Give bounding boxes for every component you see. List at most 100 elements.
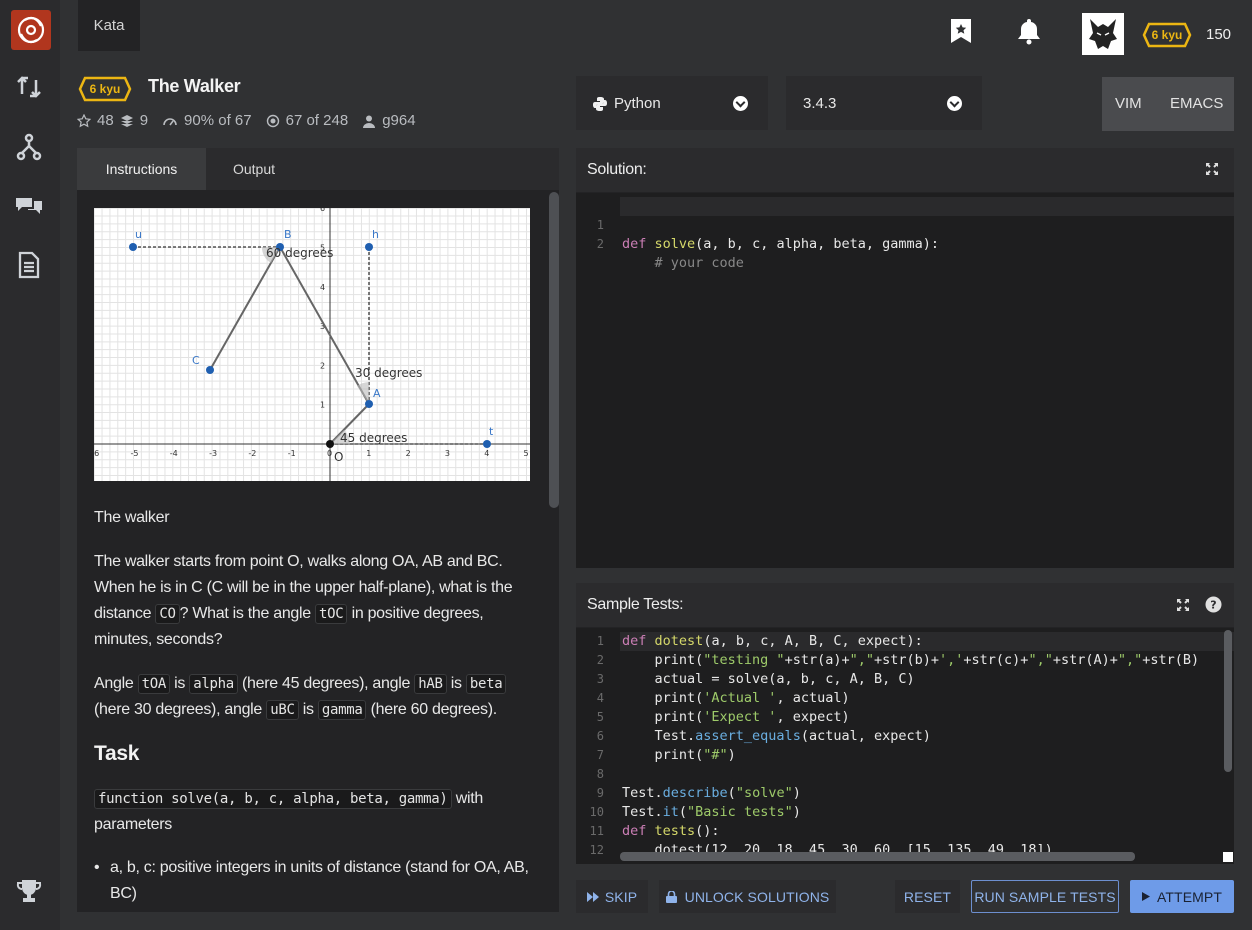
code-line: 5 print('Expect ', expect) [596, 709, 850, 725]
fork-icon[interactable] [14, 132, 44, 162]
point-label-t: t [489, 425, 494, 438]
kata-tab[interactable]: Kata [78, 0, 140, 51]
expand-icon[interactable] [1205, 162, 1219, 176]
code-line: 7 print("#") [596, 747, 736, 763]
code-line: 2 # your code [596, 237, 744, 271]
chevron-down-icon [947, 96, 962, 111]
version-label: 3.4.3 [803, 95, 837, 112]
avatar[interactable] [1082, 13, 1124, 55]
instructions-scrollbar[interactable] [549, 192, 559, 508]
tab-output[interactable]: Output [206, 148, 302, 190]
layers-icon [120, 114, 133, 127]
angle-label-45: 45 degrees [340, 431, 407, 445]
emacs-mode-button[interactable]: EMACS [1170, 95, 1223, 112]
description-paragraph-1: The walker starts from point O, walks al… [94, 553, 513, 648]
tests-vertical-scrollbar[interactable] [1224, 630, 1232, 772]
task-heading: Task [94, 742, 140, 765]
code-line: 2 print("testing "+str(a)+","+str(b)+','… [596, 652, 1200, 668]
code-line: 6 Test.assert_equals(actual, expect) [596, 728, 931, 744]
svg-text:?: ? [1210, 599, 1216, 612]
gauge-icon [163, 117, 177, 125]
expand-icon[interactable] [1176, 598, 1190, 612]
chevron-down-icon [733, 96, 748, 111]
code-line: 3 actual = solve(a, b, c, A, B, C) [596, 671, 915, 687]
description-paragraph-2: Angle tOA is alpha (here 45 degrees), an… [94, 671, 534, 723]
code-line: 10 Test.it("Basic tests") [589, 804, 801, 820]
y-tick-label: 2 [320, 361, 325, 370]
kata-rank-badge: 6 kyu [78, 76, 132, 102]
panel-tabs: Instructions Output [77, 148, 559, 190]
point-label-A: A [373, 387, 381, 400]
instructions-panel: Instructions Output -6 -5 -4 -3 -2 -1 0 1 2 3 4 5 1 2… [77, 148, 559, 912]
point-label-B: B [284, 228, 292, 241]
discussion-icon[interactable] [14, 190, 44, 220]
practice-icon[interactable] [14, 72, 44, 102]
unlock-solutions-button[interactable]: UNLOCK SOLUTIONS [659, 880, 836, 913]
codewars-logo-icon[interactable] [11, 10, 51, 50]
fast-forward-icon [586, 891, 599, 902]
star-icon [77, 113, 91, 127]
y-tick-label: 1 [320, 401, 325, 410]
trophy-icon[interactable] [14, 876, 44, 906]
angle-label-60: 60 degrees [266, 246, 333, 260]
bookmark-icon[interactable] [948, 17, 974, 45]
bell-icon[interactable] [1016, 17, 1042, 45]
parameter-bullet: a, b, c: positive integers in units of d… [94, 855, 530, 907]
vim-mode-button[interactable]: VIM [1115, 95, 1142, 112]
author-stat[interactable]: g964 [362, 112, 416, 129]
walker-diagram: -6-5-4-3-2-1012345123456 [91, 204, 530, 481]
code-line: 11 def tests(): [589, 823, 720, 839]
docs-icon[interactable] [14, 250, 44, 280]
run-sample-tests-button[interactable]: RUN SAMPLE TESTS [971, 880, 1119, 913]
x-tick-label: 2 [406, 449, 411, 458]
collections-stat: 9 [120, 112, 148, 129]
y-tick-label: 6 [320, 208, 325, 213]
stars-stat[interactable]: 48 [77, 112, 114, 129]
point-label-u: u [135, 228, 142, 241]
x-tick-label: 0 [327, 449, 332, 458]
lock-icon [665, 890, 677, 903]
attempt-button[interactable]: ATTEMPT [1130, 880, 1234, 913]
play-icon [1142, 892, 1150, 901]
x-tick-label: 1 [366, 449, 371, 458]
code-line: 1 def dotest(a, b, c, A, B, C, expect): [596, 633, 923, 649]
skip-button[interactable]: SKIP [576, 880, 648, 913]
point-label-O: O [334, 450, 343, 464]
x-tick-label: -6 [94, 449, 99, 458]
x-tick-label: -2 [248, 449, 256, 458]
description-heading: The walker [94, 509, 170, 526]
user-icon [363, 115, 376, 128]
python-icon [593, 97, 607, 111]
sample-tests-code-editor[interactable]: 1 def dotest(a, b, c, A, B, C, expect): 2… [576, 628, 1234, 864]
x-tick-label: -1 [288, 449, 296, 458]
x-tick-label: 3 [445, 449, 450, 458]
x-tick-label: -5 [131, 449, 139, 458]
satisfaction-stat: 90% of 67 [162, 112, 252, 129]
reset-button[interactable]: RESET [895, 880, 960, 913]
tab-instructions[interactable]: Instructions [77, 148, 206, 190]
kata-stats: 48 9 90% of 67 67 of 248 g964 [77, 112, 430, 129]
solution-header: Solution: [576, 148, 1234, 192]
sample-tests-title: Sample Tests: [587, 596, 684, 613]
kata-title: The Walker [148, 76, 241, 96]
sample-tests-panel: Sample Tests: ? 1 def dotest(a, b, c, A, … [576, 583, 1234, 864]
satisfaction-total: of 67 [218, 112, 252, 129]
editor-mode-toggle: VIM EMACS [1102, 77, 1234, 131]
sample-tests-header: Sample Tests: ? [576, 583, 1234, 627]
code-line: 9 Test.describe("solve") [596, 785, 801, 801]
tests-horizontal-scrollbar[interactable] [620, 852, 1135, 861]
solution-code-editor[interactable]: 1 def solve(a, b, c, alpha, beta, gamma)… [576, 193, 1234, 568]
language-select[interactable]: Python [576, 76, 768, 130]
task-paragraph: function solve(a, b, c, alpha, beta, gam… [94, 789, 483, 833]
scrollbar-corner [1223, 852, 1233, 862]
x-tick-label: -4 [170, 449, 178, 458]
x-tick-label: -3 [209, 449, 217, 458]
solution-editor-panel: Solution: 1 def solve(a, b, c, alpha, be… [576, 148, 1234, 568]
version-select[interactable]: 3.4.3 [786, 76, 982, 130]
user-rank-badge: 6 kyu [1142, 22, 1192, 48]
top-bar: Kata 6 kyu 150 [60, 0, 1252, 60]
language-label: Python [614, 95, 661, 112]
code-line: 8 [596, 767, 604, 781]
code-line: 1 def solve(a, b, c, alpha, beta, gamma)… [596, 218, 940, 252]
help-icon[interactable]: ? [1205, 596, 1222, 613]
